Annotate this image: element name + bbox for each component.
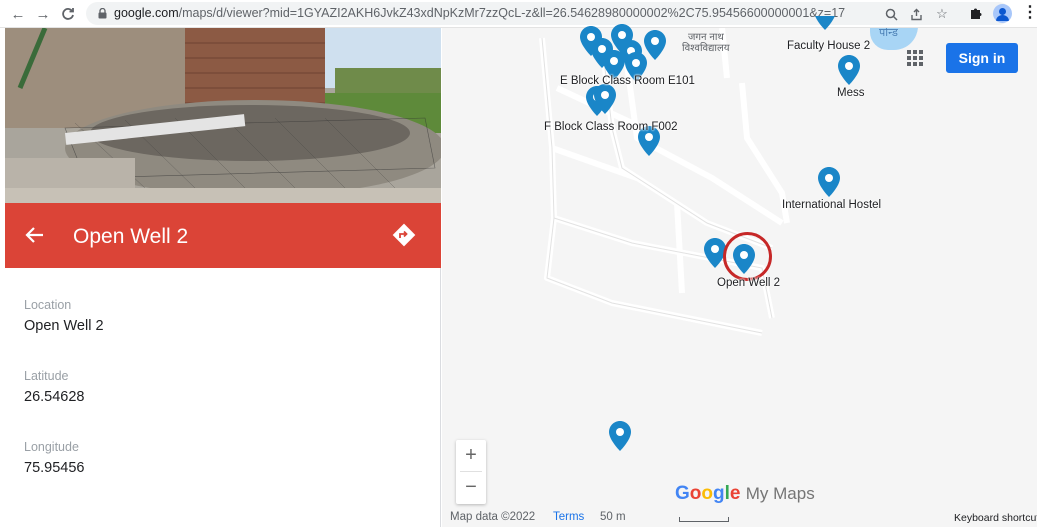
browser-menu-icon[interactable]: ⋮ xyxy=(1022,5,1037,23)
google-my-maps-logo: Google My Maps xyxy=(675,483,815,505)
map-pin-mess[interactable] xyxy=(838,55,860,85)
map-label-faculty-house: Faculty House 2 xyxy=(787,40,871,52)
map-label-open-well: Open Well 2 xyxy=(717,277,781,289)
map-pin[interactable] xyxy=(594,84,616,114)
terms-link[interactable]: Terms xyxy=(553,511,584,523)
reload-icon[interactable] xyxy=(58,4,78,24)
map-data-attribution: Map data ©2022 xyxy=(450,511,536,523)
map-pin[interactable] xyxy=(609,421,631,451)
browser-toolbar: ← → google.com/maps/d/viewer?mid=1GYAZI2… xyxy=(0,0,1037,28)
back-arrow-icon[interactable]: ← xyxy=(8,4,28,24)
zoom-in-button[interactable]: + xyxy=(456,440,486,471)
my-maps-wordmark: My Maps xyxy=(745,484,815,503)
place-title: Open Well 2 xyxy=(73,225,189,248)
directions-icon[interactable] xyxy=(391,222,417,248)
field-value: 75.95456 xyxy=(24,460,85,476)
profile-avatar[interactable] xyxy=(993,4,1012,23)
map-label-f-block: F Block Class Room F002 xyxy=(544,121,678,133)
location-field: Location Open Well 2 xyxy=(24,298,104,334)
sign-in-button[interactable]: Sign in xyxy=(946,43,1018,73)
zoom-out-button[interactable]: − xyxy=(456,472,486,503)
zoom-icon[interactable] xyxy=(883,6,899,22)
latitude-field: Latitude 26.54628 xyxy=(24,369,84,405)
share-icon[interactable] xyxy=(908,6,924,22)
keyboard-shortcuts-link[interactable]: Keyboard shortcut xyxy=(954,512,1037,524)
url-path: /maps/d/viewer?mid=1GYAZI2AKH6JvkZ43xdNp… xyxy=(178,6,846,20)
extensions-puzzle-icon[interactable] xyxy=(968,5,984,21)
bookmark-star-icon[interactable]: ☆ xyxy=(934,6,950,22)
map-label-e-block: E Block Class Room E101 xyxy=(560,75,695,87)
field-label: Longitude xyxy=(24,440,79,454)
google-wordmark: Google xyxy=(675,483,741,504)
pond-label: पोन्ड xyxy=(879,28,898,39)
place-details-panel: Open Well 2 Location Open Well 2 Latitud… xyxy=(5,28,441,527)
map-label-hindi: विश्वविद्यालय xyxy=(682,43,730,54)
map-footer: Map data ©2022 Terms 50 m Keyboard short… xyxy=(442,509,1037,527)
field-value: Open Well 2 xyxy=(24,318,104,334)
address-bar[interactable]: google.com/maps/d/viewer?mid=1GYAZI2AKH6… xyxy=(86,2,1010,25)
scale-label[interactable]: 50 m xyxy=(600,511,626,523)
panel-header: Open Well 2 xyxy=(5,203,441,268)
url-text: google.com/maps/d/viewer?mid=1GYAZI2AKH6… xyxy=(114,6,845,20)
url-host: google.com xyxy=(114,6,179,20)
map-pin[interactable] xyxy=(644,30,666,60)
back-arrow-icon[interactable] xyxy=(23,223,47,247)
forward-arrow-icon[interactable]: → xyxy=(33,4,53,24)
scale-bar xyxy=(679,517,729,522)
selected-pin-highlight-circle xyxy=(723,232,772,281)
field-value: 26.54628 xyxy=(24,389,85,405)
field-label: Location xyxy=(24,298,72,312)
map-pin-international-hostel[interactable] xyxy=(818,167,840,197)
zoom-control: + − xyxy=(456,440,486,504)
longitude-field: Longitude 75.95456 xyxy=(24,440,84,476)
apps-grid-icon[interactable] xyxy=(907,50,923,66)
map-label-international-hostel: International Hostel xyxy=(782,199,882,211)
place-photo xyxy=(5,28,441,203)
map-pin[interactable] xyxy=(814,16,836,30)
map-label-mess: Mess xyxy=(837,87,865,99)
lock-icon xyxy=(98,8,107,19)
field-label: Latitude xyxy=(24,369,69,383)
